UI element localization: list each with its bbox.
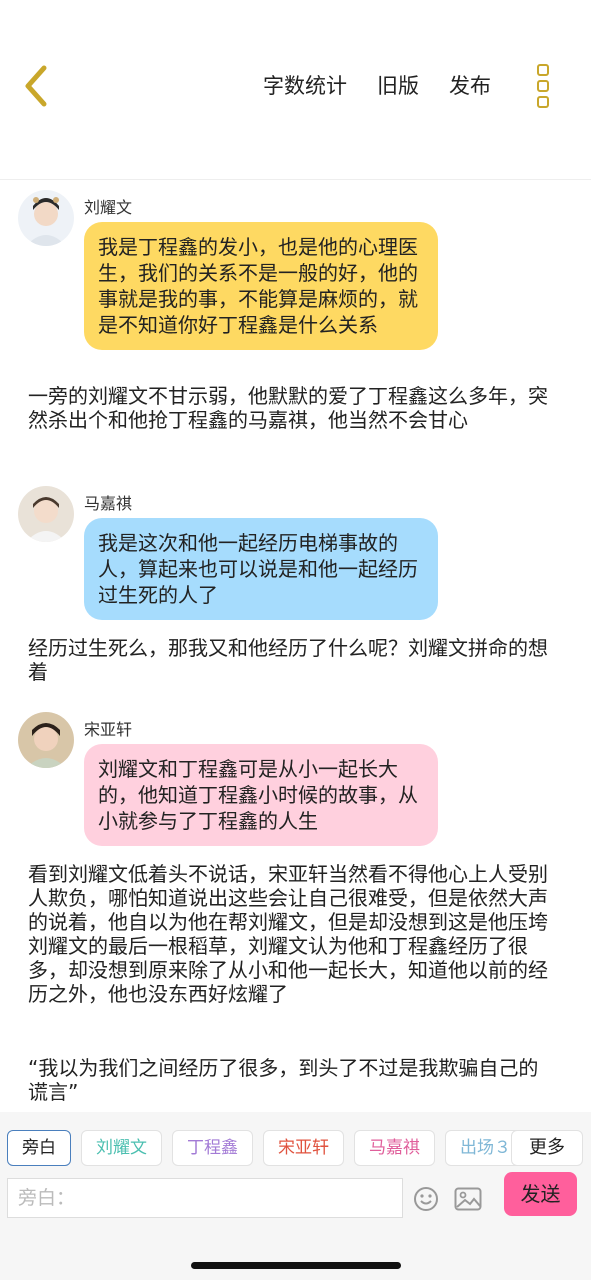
image-button[interactable] — [454, 1187, 482, 1211]
top-bar: 字数统计 旧版 发布 — [0, 0, 591, 180]
avatar[interactable] — [18, 486, 74, 542]
narration-text[interactable]: 一旁的刘耀文不甘示弱，他默默的爱了丁程鑫这么多年，突然杀出个和他抢丁程鑫的马嘉祺… — [28, 384, 558, 432]
role-chip[interactable]: 宋亚轩 — [263, 1130, 344, 1166]
role-chip[interactable]: 刘耀文 — [81, 1130, 162, 1166]
narration-text[interactable]: “我以为我们之间经历了很多，到头了不过是我欺骗自己的谎言” — [28, 1056, 558, 1104]
role-chip[interactable]: 马嘉祺 — [354, 1130, 435, 1166]
speaker-name: 宋亚轩 — [84, 720, 133, 739]
menu-dot-icon — [537, 80, 549, 92]
dialogue-bubble[interactable]: 刘耀文和丁程鑫可是从小一起长大的，他知道丁程鑫小时候的故事，从小就参与了丁程鑫的… — [84, 744, 438, 846]
role-chip[interactable]: 出场３ — [445, 1130, 517, 1166]
avatar[interactable] — [18, 712, 74, 768]
input-row: 发送 — [7, 1172, 585, 1218]
dialogue-bubble[interactable]: 我是丁程鑫的发小，也是他的心理医生，我们的关系不是一般的好，他的事就是我的事，不… — [84, 222, 438, 350]
chevron-left-icon — [25, 65, 47, 107]
image-icon — [454, 1187, 482, 1211]
avatar-image — [18, 190, 74, 246]
narration-text[interactable]: 看到刘耀文低着头不说话，宋亚轩当然看不得他心上人受别人欺负，哪怕知道说出这些会让… — [28, 862, 558, 1006]
dialogue-bubble[interactable]: 我是这次和他一起经历电梯事故的人，算起来也可以说是和他一起经历过生死的人了 — [84, 518, 438, 620]
editor-bar: 旁白刘耀文丁程鑫宋亚轩马嘉祺出场３ 更多 发送 — [0, 1112, 591, 1280]
more-menu-button[interactable] — [532, 64, 554, 108]
role-selector: 旁白 刘耀文 丁程鑫 宋亚轩 马嘉祺 出场３ — [7, 1130, 517, 1170]
header-actions: 字数统计 旧版 发布 — [263, 70, 491, 100]
word-count-button[interactable]: 字数统计 — [263, 70, 347, 100]
menu-dot-icon — [537, 96, 549, 108]
emoji-button[interactable] — [413, 1186, 439, 1212]
speaker-name: 刘耀文 — [84, 198, 133, 217]
emoji-icon — [414, 1187, 438, 1211]
story-content[interactable]: 刘耀文 我是丁程鑫的发小，也是他的心理医生，我们的关系不是一般的好，他的事就是我… — [0, 182, 591, 1110]
old-version-button[interactable]: 旧版 — [377, 70, 419, 100]
role-chip[interactable]: 丁程鑫 — [172, 1130, 253, 1166]
home-indicator — [191, 1262, 401, 1269]
avatar-image — [18, 712, 74, 768]
narration-text[interactable]: 经历过生死么，那我又和他经历了什么呢？刘耀文拼命的想着 — [28, 636, 558, 684]
avatar[interactable] — [18, 190, 74, 246]
publish-button[interactable]: 发布 — [449, 70, 491, 100]
send-button[interactable]: 发送 — [504, 1172, 577, 1216]
avatar-image — [18, 486, 74, 542]
back-button[interactable] — [18, 62, 58, 110]
role-chip[interactable]: 旁白 — [7, 1130, 71, 1166]
dialogue-input[interactable] — [7, 1178, 403, 1218]
speaker-name: 马嘉祺 — [84, 494, 133, 513]
more-roles-button[interactable]: 更多 — [511, 1130, 583, 1166]
menu-dot-icon — [537, 64, 549, 76]
